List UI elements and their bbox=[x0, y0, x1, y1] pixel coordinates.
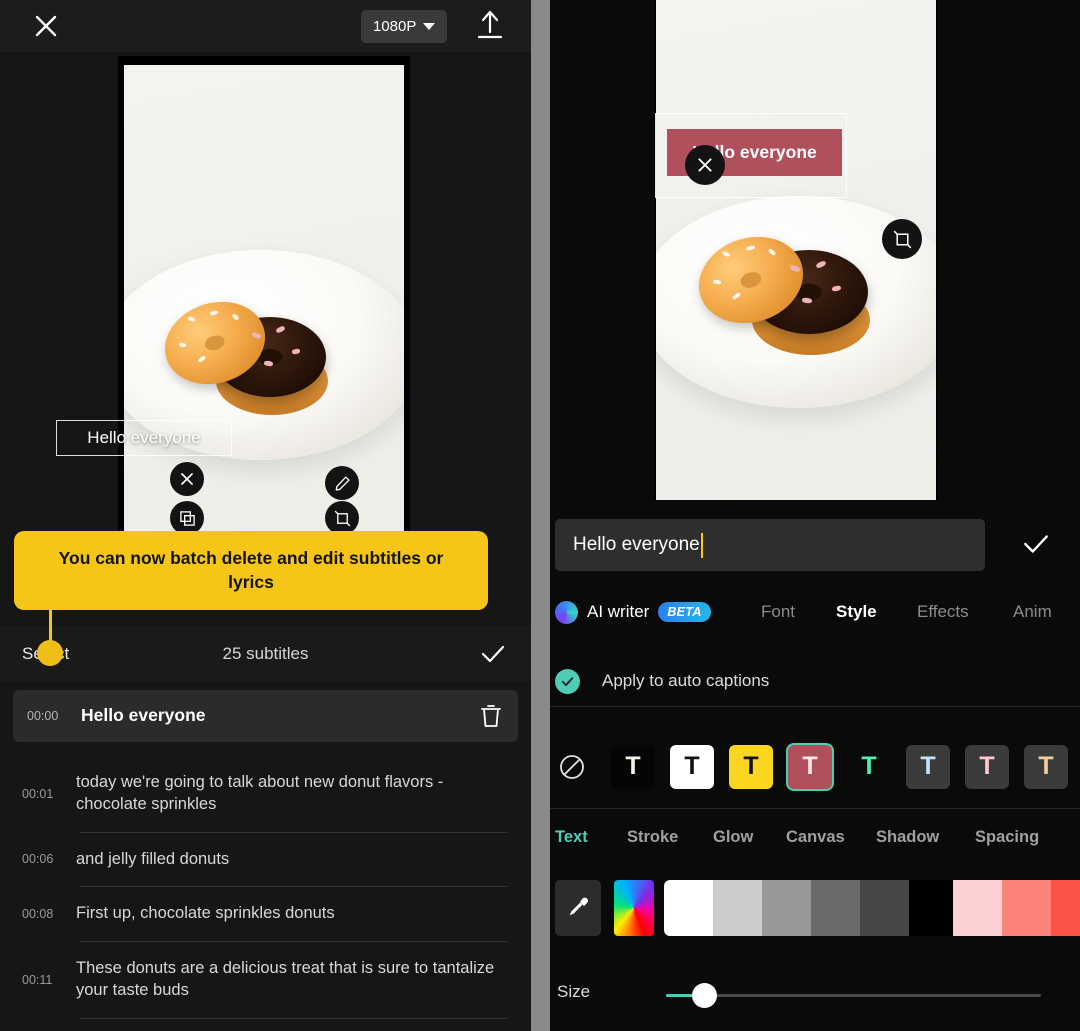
resolution-selector[interactable]: 1080P bbox=[361, 10, 448, 43]
editor-tab-bar: AI writer BETA Font Style Effects Anim bbox=[531, 590, 1080, 634]
text-cursor bbox=[700, 532, 703, 558]
caption-text: Hello everyone bbox=[87, 428, 201, 447]
caption-text-input[interactable]: Hello everyone bbox=[555, 519, 985, 571]
text-color-row bbox=[531, 878, 1080, 938]
resolution-label: 1080P bbox=[373, 18, 417, 35]
ai-writer-label: AI writer bbox=[587, 602, 650, 621]
size-slider-knob[interactable] bbox=[692, 983, 717, 1008]
swatch-coral-red[interactable] bbox=[1051, 880, 1080, 936]
swatch-pale-pink[interactable] bbox=[953, 880, 1002, 936]
caption-text-object[interactable]: Hello everyone bbox=[56, 420, 232, 456]
color-swatch-list[interactable] bbox=[664, 880, 1080, 936]
swatch-dark-gray[interactable] bbox=[811, 880, 860, 936]
subtitle-row-active[interactable]: 00:00 Hello everyone bbox=[13, 690, 518, 742]
text-style-preset-row[interactable]: T T T T T T T T bbox=[531, 725, 1080, 809]
ai-orb-icon bbox=[555, 600, 578, 624]
tab-effects[interactable]: Effects bbox=[917, 602, 969, 622]
preset-mint-dark[interactable]: T bbox=[847, 744, 891, 789]
left-top-toolbar: 1080P bbox=[0, 0, 531, 52]
text-edit-row: Hello everyone bbox=[531, 519, 1080, 573]
preset-rose-white[interactable]: T bbox=[788, 744, 832, 789]
subtitle-text: First up, chocolate sprinkles donuts bbox=[76, 904, 335, 923]
list-divider bbox=[80, 1017, 507, 1019]
caption-close-icon[interactable] bbox=[685, 145, 725, 185]
color-picker-swatch[interactable] bbox=[614, 880, 654, 936]
size-slider[interactable] bbox=[666, 983, 1041, 1008]
swatch-darker-gray[interactable] bbox=[860, 880, 909, 936]
chevron-down-icon bbox=[423, 23, 436, 30]
subtitle-text: today we're going to talk about new donu… bbox=[76, 773, 444, 813]
caption-text-object[interactable]: Hello everyone bbox=[655, 113, 847, 198]
tab-font[interactable]: Font bbox=[761, 602, 795, 622]
left-panel-subtitle-editor: 1080P Hello everyone You can now batch d… bbox=[0, 0, 531, 1031]
subtitle-select-bar: Select 25 subtitles bbox=[0, 626, 531, 682]
eyedropper-icon[interactable] bbox=[555, 880, 601, 936]
apply-to-auto-captions-label: Apply to auto captions bbox=[602, 671, 770, 690]
subtitle-timecode: 00:06 bbox=[22, 852, 54, 867]
tooltip-highlight-dot bbox=[37, 640, 63, 666]
tab-style[interactable]: Style bbox=[836, 602, 877, 622]
right-panel-text-style-editor: Hello everyone Hello everyone AI writer bbox=[531, 0, 1080, 1031]
size-label: Size bbox=[557, 982, 591, 1001]
capcut-text-editor-screen: 1080P Hello everyone You can now batch d… bbox=[0, 0, 1080, 1031]
swatch-salmon[interactable] bbox=[1002, 880, 1051, 936]
subtitle-row[interactable]: 00:01 today we're going to talk about ne… bbox=[0, 756, 531, 832]
subtitle-confirm-check-icon[interactable] bbox=[479, 640, 507, 668]
text-confirm-check-icon[interactable] bbox=[1021, 529, 1051, 559]
donut-photo bbox=[124, 65, 404, 547]
preset-gold-glow[interactable]: T bbox=[1024, 744, 1068, 789]
caption-edit-pencil-icon[interactable] bbox=[325, 466, 359, 500]
preset-white-black[interactable]: T bbox=[670, 744, 714, 789]
swatch-gray[interactable] bbox=[762, 880, 811, 936]
preset-blue-glow[interactable]: T bbox=[906, 744, 950, 789]
beta-badge: BETA bbox=[658, 602, 711, 622]
caption-copy-icon[interactable] bbox=[170, 501, 204, 535]
video-frame bbox=[120, 58, 408, 550]
style-tab-stroke[interactable]: Stroke bbox=[627, 828, 678, 847]
preset-yellow-black[interactable]: T bbox=[729, 744, 773, 789]
style-tab-shadow[interactable]: Shadow bbox=[876, 828, 939, 847]
subtitle-row[interactable]: 00:06 and jelly filled donuts bbox=[0, 833, 531, 887]
text-size-row: Size bbox=[531, 968, 1080, 1018]
swatch-black[interactable] bbox=[909, 880, 953, 936]
subtitle-timecode: 00:01 bbox=[22, 786, 54, 801]
subtitle-timecode: 00:08 bbox=[22, 907, 54, 922]
close-icon[interactable] bbox=[30, 10, 62, 42]
panel-scrollbar-divider[interactable] bbox=[531, 0, 550, 1031]
caption-resize-rotate-icon[interactable] bbox=[325, 501, 359, 535]
style-tab-glow[interactable]: Glow bbox=[713, 828, 753, 847]
caption-resize-rotate-icon[interactable] bbox=[882, 219, 922, 259]
style-tab-canvas[interactable]: Canvas bbox=[786, 828, 845, 847]
preset-black-white[interactable]: T bbox=[611, 744, 655, 789]
caption-close-icon[interactable] bbox=[170, 462, 204, 496]
subtitle-text: Hello everyone bbox=[81, 705, 206, 726]
subtitle-text: These donuts are a delicious treat that … bbox=[76, 959, 495, 999]
tab-animation[interactable]: Anim bbox=[1013, 602, 1052, 622]
swatch-white[interactable] bbox=[664, 880, 713, 936]
ai-writer-button[interactable]: AI writer BETA bbox=[555, 600, 711, 624]
upload-icon[interactable] bbox=[474, 8, 506, 42]
delete-subtitle-trash-icon[interactable] bbox=[478, 702, 504, 730]
subtitle-row[interactable]: 00:11 These donuts are a delicious treat… bbox=[0, 942, 531, 1018]
subtitle-count-label: 25 subtitles bbox=[222, 644, 309, 663]
subtitle-row[interactable]: 00:08 First up, chocolate sprinkles donu… bbox=[0, 887, 531, 941]
subtitle-list[interactable]: 00:00 Hello everyone 00:01 today we're g… bbox=[0, 690, 531, 1031]
style-sub-tab-bar: Text Stroke Glow Canvas Shadow Spacing bbox=[531, 828, 1080, 866]
caption-input-value: Hello everyone bbox=[573, 534, 700, 555]
subtitle-timecode: 00:11 bbox=[22, 972, 53, 987]
right-video-preview-stage: Hello everyone bbox=[531, 0, 1080, 508]
preset-none-icon[interactable] bbox=[557, 752, 587, 782]
tooltip-text: You can now batch delete and edit subtit… bbox=[58, 548, 444, 592]
style-tab-text[interactable]: Text bbox=[555, 828, 588, 847]
apply-checkbox-checked-icon[interactable] bbox=[555, 668, 580, 694]
style-tab-spacing[interactable]: Spacing bbox=[975, 828, 1039, 847]
preset-pink-glow[interactable]: T bbox=[965, 744, 1009, 789]
swatch-light-gray[interactable] bbox=[713, 880, 762, 936]
apply-to-auto-captions-row[interactable]: Apply to auto captions bbox=[531, 656, 1080, 707]
subtitle-text: and jelly filled donuts bbox=[76, 849, 230, 868]
batch-edit-tooltip: You can now batch delete and edit subtit… bbox=[14, 531, 488, 611]
subtitle-timecode: 00:00 bbox=[27, 709, 59, 723]
